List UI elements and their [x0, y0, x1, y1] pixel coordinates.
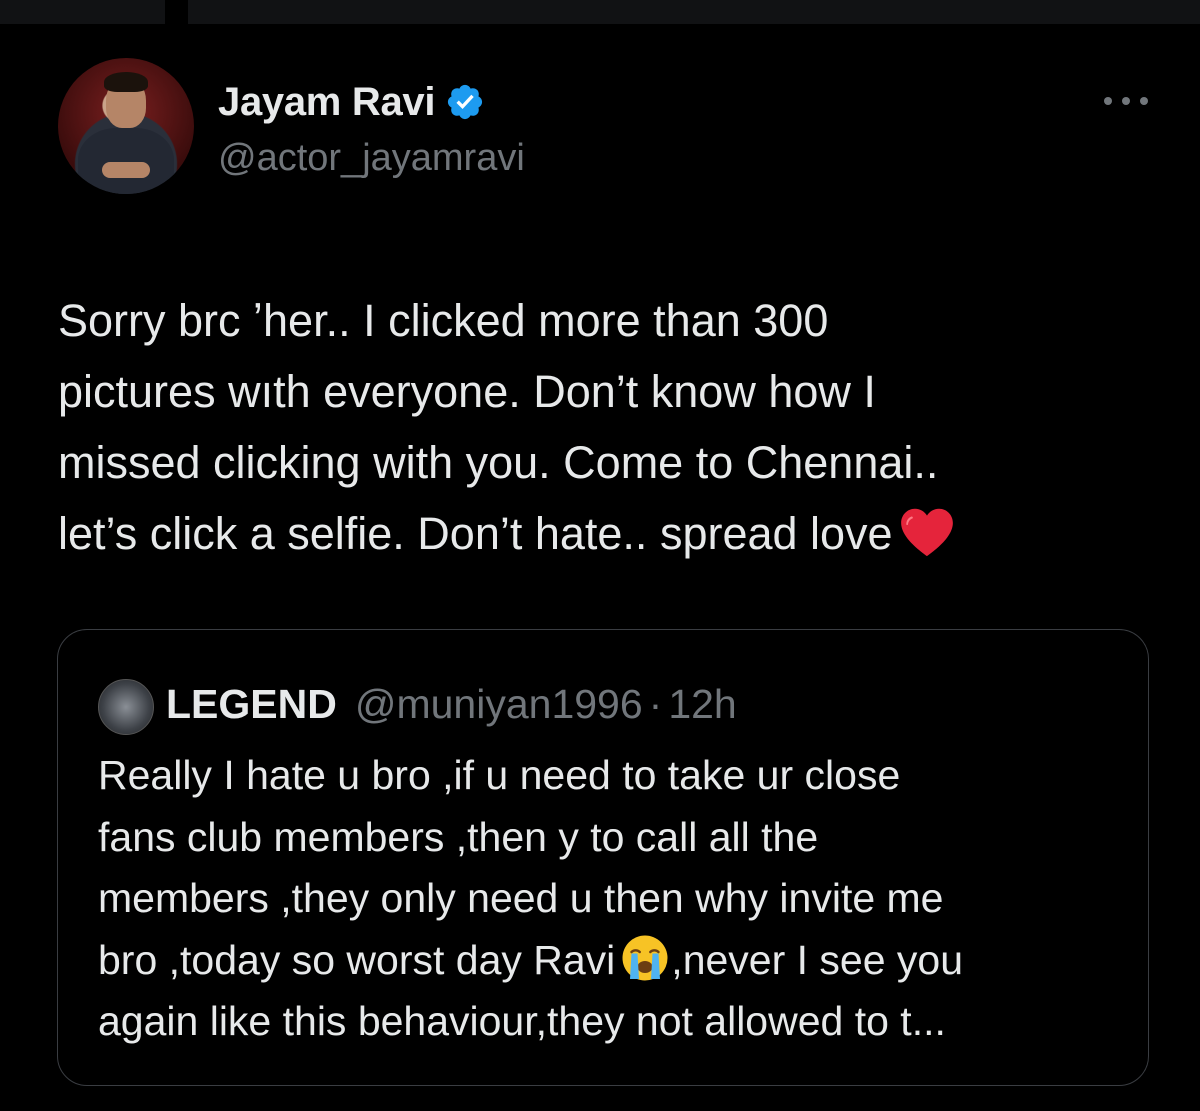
tweet-text: Sorry brc ʼher.. I clicked more than 300… — [58, 295, 939, 559]
quoted-tweet-card[interactable]: LEGEND @muniyan1996 · 12h Really I hate … — [57, 629, 1149, 1086]
author-display-name[interactable]: Jayam Ravi — [218, 80, 435, 125]
quoted-author-handle[interactable]: @muniyan1996 — [355, 681, 643, 728]
quoted-tweet-body: Really I hate u bro ,if u need to take u… — [98, 745, 1128, 1053]
more-dot — [1140, 97, 1148, 105]
avatar-hands-shape — [102, 162, 150, 178]
avatar-body-shape — [78, 128, 174, 194]
verified-badge-icon — [448, 84, 483, 120]
top-strip-left — [0, 0, 165, 24]
quoted-tweet-header: LEGEND @muniyan1996 · 12h — [166, 674, 737, 734]
quoted-timestamp[interactable]: 12h — [668, 681, 736, 728]
more-options-icon[interactable] — [1104, 96, 1148, 106]
tweet-body: Sorry brc ʼher.. I clicked more than 300… — [58, 285, 1158, 569]
quoted-separator: · — [648, 680, 663, 727]
more-dot — [1122, 97, 1130, 105]
loudly-crying-face-icon — [622, 935, 668, 980]
author-name-row: Jayam Ravi — [218, 76, 485, 128]
red-heart-icon — [900, 508, 953, 557]
avatar-hair-shape — [104, 72, 148, 92]
more-dot — [1104, 97, 1112, 105]
author-handle[interactable]: @actor_jayamravi — [218, 137, 525, 180]
top-status-strip — [0, 0, 1200, 24]
author-avatar[interactable] — [58, 58, 194, 194]
quoted-author-avatar[interactable] — [98, 679, 154, 735]
top-strip-right — [188, 0, 1200, 24]
quoted-author-name[interactable]: LEGEND — [166, 681, 337, 728]
